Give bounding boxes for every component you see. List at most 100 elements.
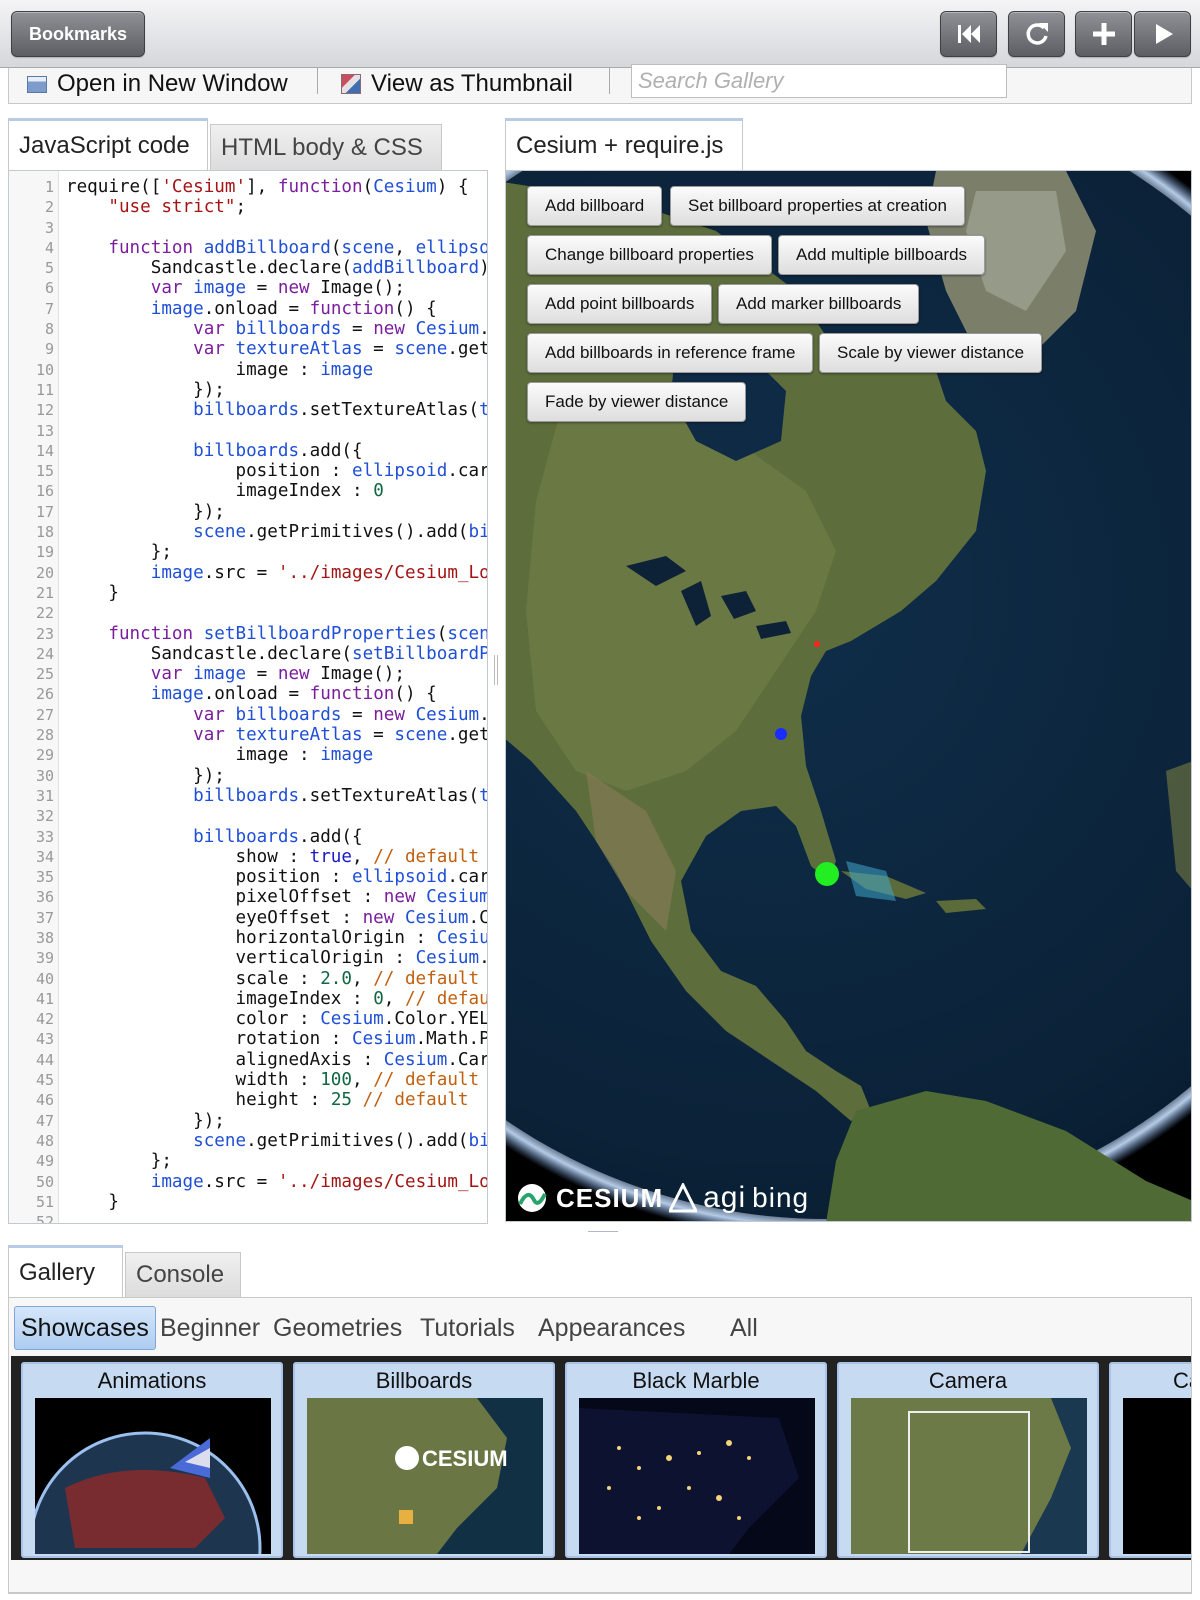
skip-back-button[interactable]: [940, 11, 997, 57]
tab-cesium-viewer[interactable]: Cesium + require.js: [505, 118, 743, 170]
change-billboard-properties-button[interactable]: Change billboard properties: [527, 235, 772, 275]
line-number: 41: [35, 989, 54, 1008]
code-token: // default: [373, 968, 480, 989]
view-thumbnail-button[interactable]: View as Thumbnail: [341, 69, 573, 99]
gallery-card-ca[interactable]: Ca: [1109, 1362, 1191, 1558]
line-number: 50: [35, 1172, 54, 1191]
line-number: 30: [35, 766, 54, 785]
code-line: 10 image : image: [9, 360, 487, 380]
line-number: 24: [35, 644, 54, 663]
code-token: billboards: [235, 704, 342, 725]
code-token: (: [436, 623, 448, 644]
black-marble-thumbnail: [579, 1398, 815, 1554]
cesium-viewer[interactable]: Add billboard Set billboard properties a…: [505, 170, 1192, 1222]
play-icon: [1155, 24, 1173, 44]
tab-gallery[interactable]: Gallery: [8, 1245, 123, 1297]
add-marker-billboards-button[interactable]: Add marker billboards: [718, 284, 920, 324]
code-line: 25 var image = new Image();: [9, 664, 487, 684]
code-token: );: [479, 258, 487, 278]
code-line: 46 height : 25 // default: [9, 1090, 487, 1110]
red-point-billboard[interactable]: [814, 641, 820, 647]
horizontal-splitter-handle[interactable]: [588, 1231, 618, 1232]
category-all[interactable]: All: [724, 1306, 764, 1350]
reload-button[interactable]: [1008, 11, 1065, 57]
add-multiple-billboards-button[interactable]: Add multiple billboards: [778, 235, 986, 275]
category-tutorials[interactable]: Tutorials: [414, 1306, 521, 1350]
billboards-thumbnail: CESIUM: [307, 1398, 543, 1554]
bookmarks-button[interactable]: Bookmarks: [11, 11, 145, 57]
code-editor[interactable]: 1 require(['Cesium'], function(Cesium) {2…: [8, 170, 488, 1224]
code-token: image: [150, 684, 204, 705]
code-token: imageIndex :: [66, 481, 374, 502]
open-new-window-button[interactable]: Open in New Window: [27, 69, 288, 99]
code-token: 0: [373, 481, 384, 502]
code-line: 5 Sandcastle.declare(addBillboard);: [9, 258, 487, 278]
blue-point-billboard[interactable]: [775, 728, 787, 740]
code-token: require([: [66, 177, 162, 197]
code-line: 50 image.src = '../images/Cesium_Logo_ov…: [9, 1171, 487, 1192]
code-token: new: [373, 319, 416, 340]
code-token: show :: [66, 846, 310, 867]
main-toolbar: Bookmarks: [0, 0, 1200, 68]
globe-map[interactable]: [506, 171, 1192, 1222]
code-token: ellipsoid: [415, 237, 487, 258]
code-token: Cesium: [373, 177, 437, 197]
run-button[interactable]: [1134, 11, 1191, 57]
tab-html-body-css[interactable]: HTML body & CSS: [210, 124, 442, 170]
code-token: .src =: [203, 1171, 278, 1192]
scale-by-viewer-distance-button[interactable]: Scale by viewer distance: [819, 333, 1043, 373]
tab-console[interactable]: Console: [125, 1252, 241, 1297]
code-token: };: [66, 1151, 172, 1172]
gallery-card-black-marble[interactable]: Black Marble: [565, 1362, 827, 1558]
code-token: Cesium: [415, 319, 480, 340]
reload-icon: [1026, 23, 1048, 45]
code-token: 'Cesium': [161, 177, 247, 197]
card-title: Billboards: [375, 1368, 473, 1393]
add-billboards-reference-frame-button[interactable]: Add billboards in reference frame: [527, 333, 814, 373]
code-token: .setTextureAtlas(: [299, 785, 480, 806]
svg-text:CESIUM: CESIUM: [422, 1446, 508, 1471]
code-token: Cesium: [436, 927, 487, 948]
code-line: 1 require(['Cesium'], function(Cesium) {: [9, 177, 487, 197]
plus-icon: [1092, 23, 1115, 45]
gallery-card-camera[interactable]: Camera: [837, 1362, 1099, 1558]
fade-by-viewer-distance-button[interactable]: Fade by viewer distance: [527, 382, 747, 422]
code-token: .src =: [203, 562, 278, 583]
gallery-thumbnail-strip: Animations Billboards CESIUM Black Marbl…: [11, 1356, 1191, 1560]
category-geometries[interactable]: Geometries: [267, 1306, 408, 1350]
line-number: 10: [35, 360, 54, 379]
code-token: .add({: [299, 440, 363, 461]
code-token: .add({: [299, 826, 363, 847]
code-line: 47 });: [9, 1111, 487, 1131]
add-point-billboards-button[interactable]: Add point billboards: [527, 284, 713, 324]
code-token: function: [108, 237, 204, 258]
line-number: 2: [44, 198, 54, 217]
code-line: 2 "use strict";: [9, 197, 487, 217]
code-token: billboards: [193, 440, 300, 461]
code-token: Cesium: [426, 887, 488, 908]
set-billboard-properties-button[interactable]: Set billboard properties at creation: [670, 186, 965, 226]
add-button[interactable]: [1075, 11, 1132, 57]
line-number: 16: [35, 482, 54, 501]
search-gallery-input[interactable]: [631, 64, 1007, 98]
add-billboard-button[interactable]: Add billboard: [527, 186, 663, 226]
code-token: new: [373, 704, 416, 725]
code-token: ],: [246, 177, 278, 197]
category-appearances[interactable]: Appearances: [532, 1306, 691, 1350]
code-token: ,: [383, 988, 405, 1009]
vertical-splitter-handle[interactable]: [494, 655, 498, 685]
gallery-card-billboards[interactable]: Billboards CESIUM: [293, 1362, 555, 1558]
code-line: 13: [9, 421, 487, 441]
line-number: 5: [44, 259, 54, 278]
code-token: width :: [66, 1070, 321, 1091]
green-point-billboard[interactable]: [815, 862, 839, 886]
gallery-card-animations[interactable]: Animations: [21, 1362, 283, 1558]
tab-javascript-code[interactable]: JavaScript code: [8, 118, 208, 170]
line-number: 38: [35, 928, 54, 947]
category-beginner[interactable]: Beginner: [154, 1306, 266, 1350]
code-line: 31 billboards.setTextureAtlas(textureAtl…: [9, 785, 487, 806]
category-showcases[interactable]: Showcases: [14, 1306, 156, 1350]
code-token: scene: [341, 237, 395, 258]
code-token: =: [341, 704, 374, 725]
